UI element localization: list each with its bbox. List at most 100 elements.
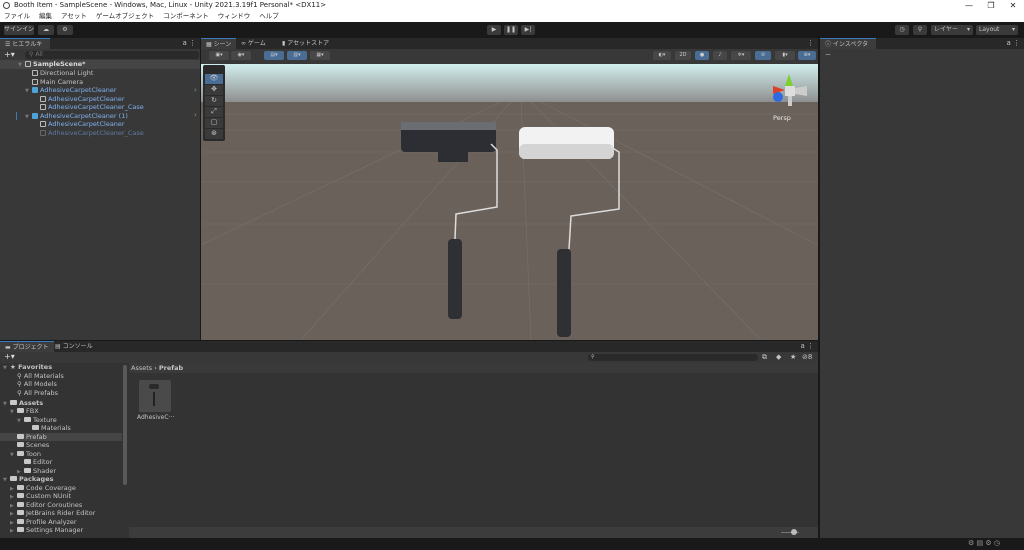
hierarchy-item[interactable]: AdhesiveCarpetCleaner (40, 95, 125, 104)
favorite-icon[interactable]: ★ (790, 353, 796, 361)
tree-item[interactable]: ▶ Shader (17, 467, 56, 476)
tree-item[interactable]: ⚲ All Materials (17, 372, 64, 381)
tab-inspector[interactable]: ⓘ インスペクター (820, 38, 876, 59)
tree-item[interactable]: ▶ JetBrains Rider Editor (10, 509, 95, 518)
search-button[interactable]: ⚲ (913, 25, 927, 35)
tab-game[interactable]: ∞ ゲーム (236, 38, 271, 49)
tab-asset-store[interactable]: ▮ アセットストア (277, 38, 334, 49)
scale-tool[interactable]: ⤢ (205, 107, 223, 117)
asset-label[interactable]: AdhesiveC··· (137, 414, 174, 421)
pause-button[interactable]: ❚❚ (504, 25, 518, 35)
menu-file[interactable]: ファイル (4, 11, 30, 22)
lock-icon[interactable]: a ⋮ (1006, 39, 1020, 47)
tree-item[interactable]: ▼ Texture (17, 416, 57, 425)
hidden-toggle[interactable]: ⊘ (755, 51, 771, 60)
rect-tool[interactable]: ▢ (205, 118, 223, 128)
tree-packages[interactable]: ▼ Packages (3, 475, 53, 484)
hierarchy-item[interactable]: AdhesiveCarpetCleaner_Case (40, 129, 144, 138)
menu-edit[interactable]: 編集 (39, 11, 52, 22)
hierarchy-item[interactable]: AdhesiveCarpetCleaner_Case (40, 103, 144, 112)
settings-gear-button[interactable]: ⚙ (57, 25, 73, 35)
breadcrumb-assets[interactable]: Assets (131, 364, 152, 372)
2d-toggle[interactable]: 2D (675, 51, 691, 60)
tree-item[interactable]: Scenes (17, 441, 49, 450)
tab-console[interactable]: ▤ コンソール (50, 341, 98, 352)
tree-item[interactable]: ▶ Editor Coroutines (10, 501, 82, 510)
status-icons[interactable]: ⚙ ▤ ⚙ ◷ (968, 539, 1000, 547)
project-search-input[interactable]: ⚲ (588, 354, 758, 361)
hidden-packages-toggle[interactable]: ⊘8 (802, 353, 812, 361)
tab-scene[interactable]: ▦ シーン (201, 38, 237, 49)
chevron-right-icon[interactable]: › (194, 111, 197, 119)
signin-button[interactable]: サインイン (4, 25, 34, 35)
history-button[interactable]: ◷ (895, 25, 909, 35)
menu-component[interactable]: コンポーネント (163, 11, 209, 22)
tree-item[interactable]: ⚲ All Models (17, 380, 57, 389)
rotate-tool[interactable]: ↻ (205, 96, 223, 106)
menu-gameobject[interactable]: ゲームオブジェクト (96, 11, 154, 22)
increment-dropdown[interactable]: ▦▾ (310, 51, 330, 60)
snap-dropdown[interactable]: ▥▾ (287, 51, 307, 60)
zoom-slider-thumb[interactable] (791, 529, 797, 535)
add-button[interactable]: +▾ (4, 50, 15, 59)
project-tree: ▼ ★ Favorites ⚲ All Materials ⚲ All Model… (0, 363, 122, 538)
tab-hierarchy[interactable]: ☰ ヒエラルキー (0, 38, 50, 59)
layout-dropdown[interactable]: Layout ▾ (976, 25, 1018, 35)
hierarchy-item[interactable]: ▼ AdhesiveCarpetCleaner (25, 86, 117, 95)
label: Settings Manager (26, 526, 84, 534)
tab-project[interactable]: ▬ プロジェクト (0, 341, 54, 352)
camera-dropdown[interactable]: ▮▾ (775, 51, 795, 60)
lock-icon[interactable]: a ⋮ (182, 39, 196, 47)
close-button[interactable]: ✕ (1002, 0, 1024, 11)
scene-viewport[interactable]: Persp (201, 64, 818, 340)
hierarchy-item[interactable]: AdhesiveCarpetCleaner (40, 120, 125, 129)
tree-item[interactable]: ▶ Settings Manager (10, 526, 83, 535)
lighting-toggle[interactable]: ● (695, 51, 709, 60)
tree-item[interactable]: ▶ Profile Analyzer (10, 518, 77, 527)
hierarchy-search-input[interactable]: ⚲ All (25, 51, 199, 59)
tree-item[interactable]: ▶ Code Coverage (10, 484, 76, 493)
tree-item-selected[interactable]: Prefab (0, 432, 122, 441)
tree-item[interactable]: ▼ Toon (10, 450, 41, 459)
hierarchy-item[interactable]: Main Camera (32, 78, 83, 87)
maximize-button[interactable]: ❐ (980, 0, 1002, 11)
gizmos-dropdown[interactable]: ⊕▾ (798, 51, 816, 60)
view-tool[interactable]: 👁 (205, 74, 223, 84)
breadcrumb-prefab[interactable]: Prefab (159, 364, 183, 372)
cloud-button[interactable]: ☁ (38, 25, 54, 35)
tree-item[interactable]: Materials (32, 424, 71, 433)
tree-favorites[interactable]: ▼ ★ Favorites (3, 363, 52, 372)
more-icon[interactable]: ⋮ (807, 39, 814, 47)
transform-tool[interactable]: ⊛ (205, 129, 223, 139)
move-tool[interactable]: ✥ (205, 85, 223, 95)
audio-toggle[interactable]: ♪ (713, 51, 727, 60)
tree-item[interactable]: Editor (24, 458, 52, 467)
chevron-right-icon[interactable]: › (194, 86, 197, 94)
step-button[interactable]: ▶| (521, 25, 535, 35)
search-by-label-icon[interactable]: ◆ (776, 353, 781, 361)
menu-assets[interactable]: アセット (61, 11, 87, 22)
asset-thumbnail[interactable] (139, 380, 171, 412)
hierarchy-item[interactable]: Directional Light (32, 69, 93, 78)
add-button[interactable]: +▾ (4, 352, 15, 361)
tree-scrollbar[interactable] (123, 365, 127, 485)
shading-dropdown[interactable]: ◐▾ (653, 51, 671, 60)
tree-item[interactable]: ▶ Custom NUnit (10, 492, 71, 501)
search-by-type-icon[interactable]: ⧉ (762, 353, 767, 362)
draw-mode-dropdown[interactable]: ▣▾ (209, 51, 229, 60)
tree-assets[interactable]: ▼ Assets (3, 399, 43, 408)
tree-item[interactable]: ▼ FBX (10, 407, 39, 416)
menu-help[interactable]: ヘルプ (259, 11, 279, 22)
minimize-button[interactable]: — (958, 0, 980, 11)
perspective-label[interactable]: Persp (773, 114, 791, 122)
render-dropdown[interactable]: ◉▾ (231, 51, 251, 60)
grid-dropdown[interactable]: ▤▾ (264, 51, 284, 60)
lock-icon[interactable]: a ⋮ (800, 342, 814, 350)
play-button[interactable]: ▶ (487, 25, 501, 35)
layers-dropdown[interactable]: レイヤー ▾ (931, 25, 973, 35)
tree-item[interactable]: ⚲ All Prefabs (17, 389, 58, 398)
effects-dropdown[interactable]: ✲▾ (731, 51, 751, 60)
hierarchy-item[interactable]: ▼ AdhesiveCarpetCleaner (1) (25, 112, 128, 121)
scene-row[interactable]: ▼ SampleScene* (0, 60, 200, 69)
menu-window[interactable]: ウィンドウ (218, 11, 251, 22)
